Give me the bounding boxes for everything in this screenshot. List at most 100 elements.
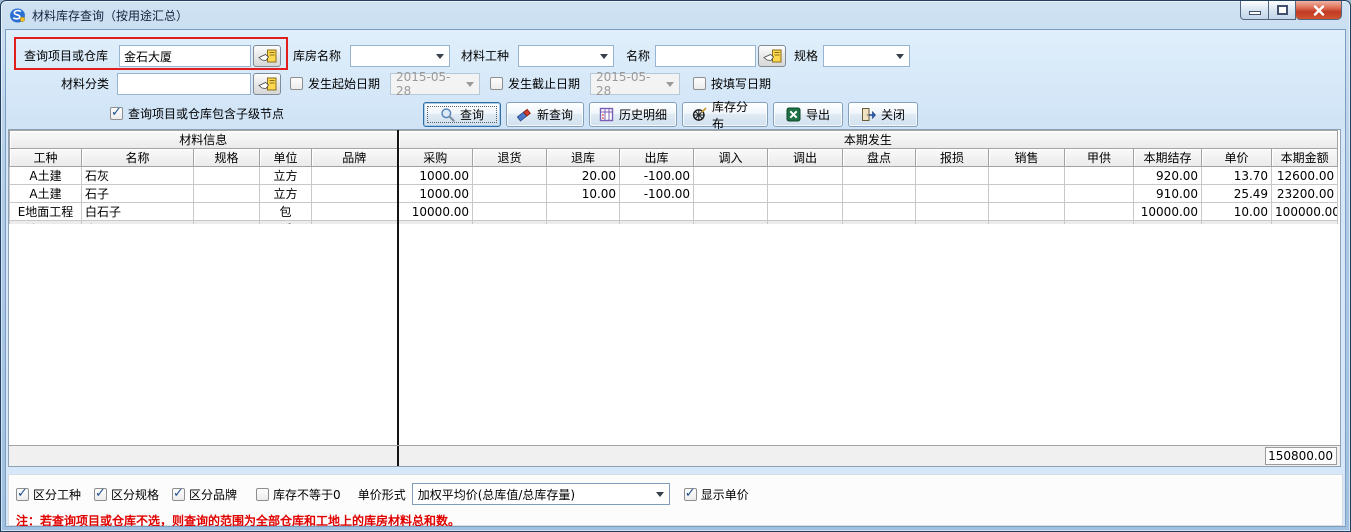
- close-form-button[interactable]: 关闭: [848, 102, 918, 127]
- chevron-down-icon: [666, 82, 674, 87]
- column-header[interactable]: 调入: [694, 149, 768, 167]
- cell: 包: [260, 203, 312, 221]
- warehouse-select[interactable]: [350, 45, 450, 67]
- option-by-brand: 区分品牌: [172, 486, 237, 503]
- export-button[interactable]: 导出: [773, 102, 843, 127]
- app-window: 材料库存查询（按用途汇总） 查询项目或仓库: [0, 0, 1351, 532]
- trade-select[interactable]: [518, 45, 614, 67]
- cell: 10.00: [547, 185, 620, 203]
- cell: [194, 185, 260, 203]
- cell: [473, 185, 547, 203]
- cell: [694, 203, 768, 221]
- cell: [916, 203, 989, 221]
- column-header[interactable]: 甲供: [1065, 149, 1134, 167]
- column-header[interactable]: 退货: [473, 149, 547, 167]
- column-header[interactable]: 本期金额: [1272, 149, 1338, 167]
- table-row[interactable]: A土建石灰立方1000.0020.00-100.00920.0013.70126…: [10, 167, 1338, 185]
- column-header[interactable]: 品牌: [312, 149, 398, 167]
- inventory-grid: 材料信息 本期发生 工种名称规格单位品牌采购退货退库出库调入调出盘点报损销售甲供…: [8, 129, 1341, 467]
- stock-distribution-button[interactable]: 库存分布: [682, 102, 768, 127]
- query-button[interactable]: 查询: [423, 102, 501, 127]
- column-header[interactable]: 销售: [989, 149, 1065, 167]
- column-header[interactable]: 退库: [547, 149, 620, 167]
- query-button-label: 查询: [460, 106, 484, 123]
- project-label: 查询项目或仓库: [24, 45, 108, 67]
- end-date-checkbox[interactable]: [490, 77, 503, 90]
- column-header[interactable]: 本期结存: [1134, 149, 1202, 167]
- column-header[interactable]: 出库: [620, 149, 694, 167]
- project-input[interactable]: [119, 45, 251, 67]
- cell: [194, 167, 260, 185]
- column-header[interactable]: 采购: [398, 149, 473, 167]
- column-header-row: 工种名称规格单位品牌采购退货退库出库调入调出盘点报损销售甲供本期结存单价本期金额: [10, 149, 1338, 167]
- cell: -100.00: [620, 167, 694, 185]
- chevron-down-icon: [656, 492, 664, 497]
- start-date-checkbox[interactable]: [290, 77, 303, 90]
- option-by-trade: 区分工种: [16, 486, 81, 503]
- fill-date-checkbox[interactable]: [693, 77, 706, 90]
- price-mode-value: 加权平均价(总库值/总库存量): [418, 486, 575, 503]
- column-header[interactable]: 单位: [260, 149, 312, 167]
- nonzero-label: 库存不等于0: [273, 486, 341, 503]
- project-browse-button[interactable]: [253, 45, 281, 67]
- column-header[interactable]: 规格: [194, 149, 260, 167]
- name-browse-button[interactable]: [758, 45, 786, 67]
- end-date-label: 发生截止日期: [508, 73, 580, 95]
- cell: [768, 203, 843, 221]
- price-mode-label: 单价形式: [358, 486, 406, 503]
- cell: 石子: [82, 185, 194, 203]
- toolbar: 查询 新查询: [423, 102, 918, 127]
- minimize-button[interactable]: [1240, 1, 1269, 20]
- hand-book-icon: [763, 49, 782, 64]
- close-button[interactable]: [1296, 1, 1342, 20]
- cell: 10.00: [1202, 203, 1272, 221]
- cell: E地面工程: [10, 203, 82, 221]
- inventory-table: 材料信息 本期发生 工种名称规格单位品牌采购退货退库出库调入调出盘点报损销售甲供…: [9, 130, 1338, 239]
- column-header[interactable]: 盘点: [843, 149, 916, 167]
- show-price-label: 显示单价: [701, 486, 749, 503]
- category-input[interactable]: [117, 73, 251, 95]
- maximize-button[interactable]: [1269, 1, 1296, 20]
- cell: [843, 167, 916, 185]
- cell: 910.00: [1134, 185, 1202, 203]
- category-browse-button[interactable]: [253, 73, 281, 95]
- column-header[interactable]: 报损: [916, 149, 989, 167]
- cell: [989, 203, 1065, 221]
- by-spec-checkbox[interactable]: [94, 488, 107, 501]
- column-header[interactable]: 单价: [1202, 149, 1272, 167]
- cell: [694, 167, 768, 185]
- cell: [473, 167, 547, 185]
- new-query-button[interactable]: 新查询: [506, 102, 584, 127]
- show-price-checkbox[interactable]: [684, 488, 697, 501]
- spec-select[interactable]: [823, 45, 910, 67]
- cell: [843, 203, 916, 221]
- include-children-checkbox[interactable]: [110, 107, 123, 120]
- price-mode-select[interactable]: 加权平均价(总库值/总库存量): [412, 483, 670, 505]
- cell: [312, 185, 398, 203]
- column-header[interactable]: 调出: [768, 149, 843, 167]
- end-date-select[interactable]: 2015-05-28: [590, 73, 680, 95]
- options-panel: 区分工种 区分规格 区分品牌 库存不等于0 单价形式 加权平均价(总库值/总库存…: [8, 474, 1343, 526]
- name-input[interactable]: [655, 45, 756, 67]
- option-by-spec: 区分规格: [94, 486, 159, 503]
- start-date-select[interactable]: 2015-05-28: [390, 73, 480, 95]
- grid-empty-area[interactable]: [9, 224, 1340, 445]
- chevron-down-icon: [436, 54, 444, 59]
- start-date-label: 发生起始日期: [308, 73, 380, 95]
- history-detail-button[interactable]: 历史明细: [589, 102, 677, 127]
- cell: [620, 203, 694, 221]
- by-brand-checkbox[interactable]: [172, 488, 185, 501]
- amount-total: 150800.00: [1265, 447, 1337, 465]
- search-icon: [440, 107, 455, 122]
- close-icon: [1313, 5, 1325, 16]
- column-header[interactable]: 名称: [82, 149, 194, 167]
- cell: 石灰: [82, 167, 194, 185]
- spec-label: 规格: [794, 45, 818, 67]
- column-header[interactable]: 工种: [10, 149, 82, 167]
- table-row[interactable]: A土建石子立方1000.0010.00-100.00910.0025.49232…: [10, 185, 1338, 203]
- table-row[interactable]: E地面工程白石子包10000.0010000.0010.00100000.00: [10, 203, 1338, 221]
- grid-footer: 150800.00: [9, 445, 1340, 466]
- nonzero-checkbox[interactable]: [256, 488, 269, 501]
- by-trade-checkbox[interactable]: [16, 488, 29, 501]
- hand-book-icon: [258, 77, 277, 92]
